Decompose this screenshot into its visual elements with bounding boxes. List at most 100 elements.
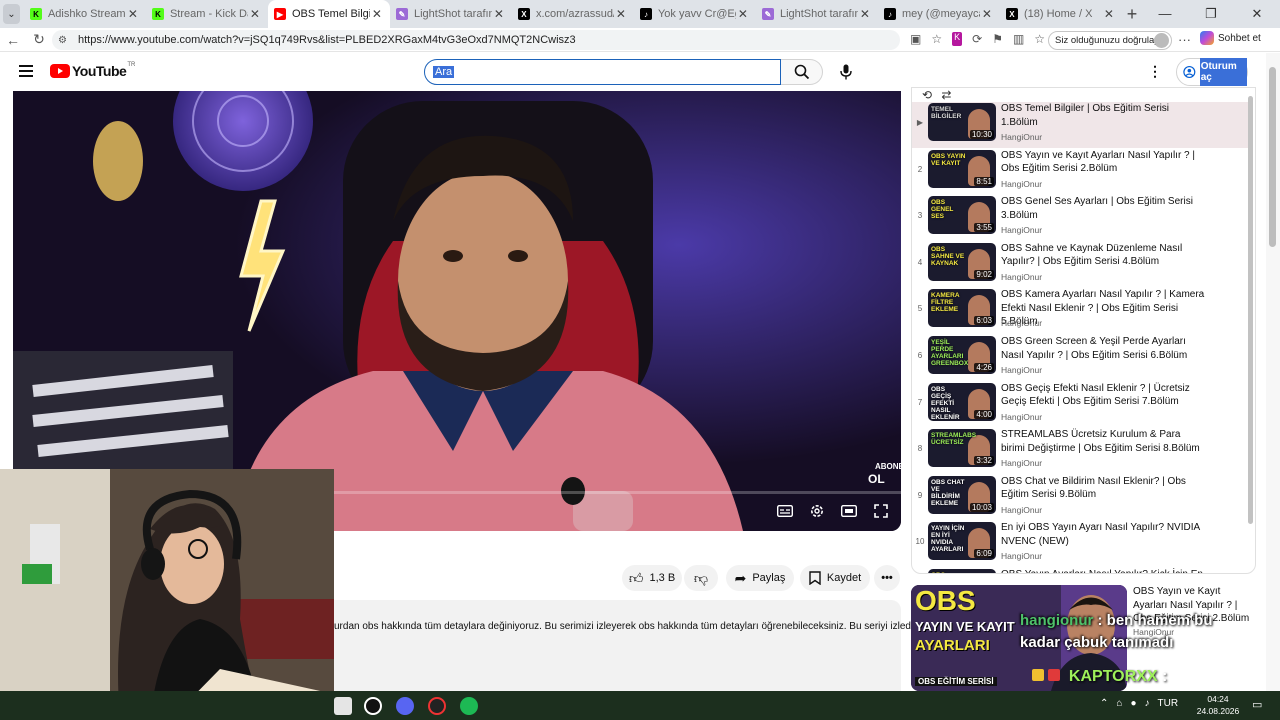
extension-icon[interactable]: K [952,32,963,46]
split-screen-icon[interactable]: ▥ [1013,32,1024,46]
playlist-item-channel[interactable]: HangiOnur [1001,458,1042,468]
playlist-item-thumbnail[interactable]: OBS GEÇİŞ EFEKTİ NASIL EKLENİR 4:00 [928,382,996,421]
playlist-item[interactable]: 4 OBS SAHNE VE KAYNAK 9:02 OBS Sahne ve Kay… [912,242,1248,288]
settings-kebab-icon[interactable]: ⋮ [1148,63,1162,80]
browser-tab[interactable]: ✎ LightShot tarafından Ek✕ [756,0,878,28]
playlist-item-title[interactable]: OBS Geçiş Efekti Nasıl Eklenir ? | Ücret… [1001,382,1206,409]
dislike-button[interactable]: 👎︎ [684,565,718,591]
spotify-icon[interactable] [460,697,478,715]
system-clock[interactable]: 04:24 24.08.2026 [1196,693,1240,717]
file-explorer-icon[interactable] [334,697,352,715]
menu-icon[interactable] [19,65,33,77]
playlist-item-title[interactable]: OBS Temel Bilgiler | Obs Eğitim Serisi 1… [1001,102,1206,129]
profile-signin-button[interactable]: Siz olduğunuzu doğrulayın [1048,31,1172,50]
playlist-item-thumbnail[interactable]: OBS YAYIN VE KAYIT 8:51 [928,149,996,188]
save-button[interactable]: Kaydet [800,565,870,591]
tray-chevron-icon[interactable]: ⌃ [1100,698,1108,709]
more-actions-button[interactable]: ••• [874,565,900,591]
app-install-icon[interactable]: ▣ [910,32,921,46]
shuffle-icon[interactable]: ⇄ [941,88,951,102]
tab-close-icon[interactable]: ✕ [614,7,628,21]
reload-icon[interactable]: ↻ [26,31,52,48]
mic-tray-icon[interactable]: ● [1130,698,1136,709]
refresh-extension-icon[interactable]: ⟳ [972,32,982,46]
playlist-scrollbar[interactable] [1248,96,1253,524]
playlist-item[interactable]: 5 KAMERA FİLTRE EKLEME 6:03 OBS Kamera Ayar… [912,288,1248,334]
playlist-item[interactable]: 7 OBS GEÇİŞ EFEKTİ NASIL EKLENİR 4:00 OBS G… [912,382,1248,428]
loop-icon[interactable]: ⟲ [922,88,932,102]
playlist-item-thumbnail[interactable]: YEŞİL PERDE AYARLARI GREENBOX 4:26 [928,336,996,374]
playlist-item-title[interactable]: OBS Yayın ve Kayıt Ayarları Nasıl Yapılı… [1001,149,1206,176]
settings-gear-icon[interactable] [807,501,827,521]
browser-menu-icon[interactable]: ··· [1178,32,1191,47]
tab-close-icon[interactable]: ✕ [980,7,994,21]
maximize-icon[interactable]: ❐ [1188,6,1234,22]
network-icon[interactable]: ⌂ [1116,698,1122,709]
playlist-item-channel[interactable]: HangiOnur [1001,412,1042,422]
playlist-item[interactable]: OBS OBS Yayın Ayarları Nasıl Yapılır? Kic… [912,568,1248,573]
playlist-item[interactable]: 9 OBS CHAT VE BİLDİRİM EKLEME 10:03 OBS Cha… [912,475,1248,521]
notifications-icon[interactable]: ▭ [1252,698,1262,711]
playlist-item-channel[interactable]: HangiOnur [1001,551,1042,561]
tab-close-icon[interactable]: ✕ [248,7,262,21]
new-tab-button[interactable]: + [1122,4,1142,25]
close-window-icon[interactable]: ✕ [1234,6,1280,22]
youtube-logo[interactable]: YouTube TR [50,62,135,79]
browser-tab[interactable]: Xx.com/azrassud/status/✕ [512,0,634,28]
site-info-icon[interactable]: ⚙ [58,35,72,46]
playlist-item-title[interactable]: En iyi OBS Yayın Ayarı Nasıl Yapılır? NV… [1001,521,1206,548]
playlist-item-channel[interactable]: HangiOnur [1001,132,1042,142]
playlist-item-title[interactable]: OBS Genel Ses Ayarları | Obs Eğitim Seri… [1001,195,1206,222]
playlist-item-title[interactable]: OBS Chat ve Bildirim Nasıl Eklenir? | Ob… [1001,475,1206,502]
back-icon[interactable]: ← [0,32,26,48]
search-input[interactable]: Ara [424,59,781,85]
playlist-item-thumbnail[interactable]: TEMEL BİLGİLER 10:30 [928,103,996,141]
playlist-item-channel[interactable]: HangiOnur [1001,225,1042,235]
url-field[interactable]: ⚙ https://www.youtube.com/watch?v=jSQ1q7… [52,30,900,50]
browser-tab[interactable]: X (18) Home / X ✕ [1000,0,1122,28]
voice-search-button[interactable] [832,59,860,85]
puzzle-extension-icon[interactable]: ⚑ [992,32,1003,46]
browser-tab[interactable]: ▶ OBS Temel Bilgiler | Obs✕ [267,0,390,28]
tab-actions-menu-button[interactable]: ⌄ [3,4,20,24]
page-scrollbar[interactable] [1266,53,1280,691]
recorder-icon[interactable] [428,697,446,715]
discord-icon[interactable] [396,697,414,715]
playlist-item-channel[interactable]: HangiOnur [1001,179,1042,189]
playlist-item-title[interactable]: OBS Green Screen & Yeşil Perde Ayarları … [1001,335,1206,362]
like-button[interactable]: 👍︎ 1,3 B [622,565,682,591]
input-language[interactable]: TUR [1157,698,1178,709]
playlist-item-title[interactable]: OBS Yayın Ayarları Nasıl Yapılır? Kick İ… [1001,568,1206,573]
fullscreen-icon[interactable] [871,501,891,521]
tab-close-icon[interactable]: ✕ [370,7,384,21]
playlist-item[interactable]: 10 YAYIN İÇİN EN İYİ NVIDIA AYARLARI 6:09 E… [912,521,1248,567]
browser-tab[interactable]: ♪ Yok yavv Cr@Egee #k✕ [634,0,756,28]
tab-close-icon[interactable]: ✕ [858,7,872,21]
favorites-icon[interactable]: ☆ [1034,32,1045,46]
tab-close-icon[interactable]: ✕ [126,7,140,21]
search-button[interactable] [781,59,823,85]
playlist-item-channel[interactable]: HangiOnur [1001,505,1042,515]
bookmark-star-icon[interactable]: ☆ [931,32,942,46]
subtitles-icon[interactable] [775,501,795,521]
playlist-item[interactable]: 8 STREAMLABS ÜCRETSİZ 3:32 STREAMLABS Ücret… [912,428,1248,474]
playlist-item-thumbnail[interactable]: KAMERA FİLTRE EKLEME 6:03 [928,289,996,328]
playlist-item-channel[interactable]: HangiOnur [1001,318,1042,328]
video-player[interactable]: ABONE OL [13,91,901,531]
browser-tab[interactable]: K Adishko Stream - Watc✕ [24,0,146,28]
browser-tab[interactable]: K Stream - Kick Dashboard✕ [146,0,268,28]
minimize-icon[interactable]: — [1142,6,1188,22]
playlist-item[interactable]: 6 YEŞİL PERDE AYARLARI GREENBOX 4:26 OBS Gr… [912,335,1248,381]
volume-icon[interactable]: ♪ [1144,698,1149,709]
playlist-item-channel[interactable]: HangiOnur [1001,272,1042,282]
browser-tab[interactable]: ✎ LightShot tarafından Ek✕ [390,0,512,28]
tab-close-icon[interactable]: ✕ [492,7,506,21]
tab-close-icon[interactable]: ✕ [1102,7,1116,21]
tab-close-icon[interactable]: ✕ [736,7,750,21]
playlist-item-thumbnail[interactable]: OBS GENEL SES 3:55 [928,196,996,235]
playlist-item-thumbnail[interactable]: YAYIN İÇİN EN İYİ NVIDIA AYARLARI 6:09 [928,522,996,561]
obs-icon[interactable] [364,697,382,715]
description-box[interactable]: urdan obs hakkında tüm detaylara değiniy… [334,600,932,692]
browser-tab[interactable]: ♪ mey (@meyaycandu) a✕ [878,0,1000,28]
copilot-chat-button[interactable]: Sohbet et [1200,31,1261,45]
